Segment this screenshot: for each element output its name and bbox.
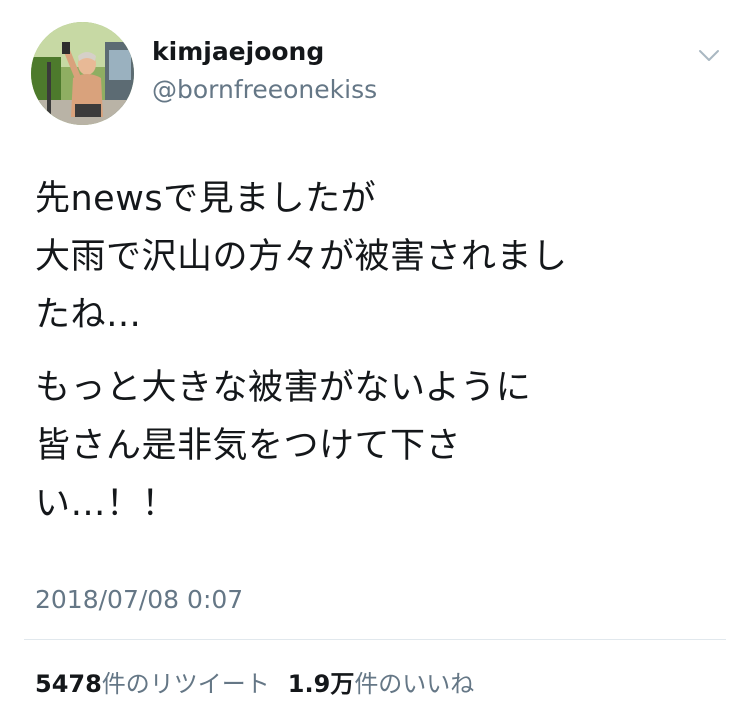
retweets-label: 件のリツイート xyxy=(101,670,270,698)
tweet-text-line: 大雨で沢山の方々が被害されまし xyxy=(35,237,568,277)
retweets-count: 5478 xyxy=(35,670,102,698)
chevron-down-icon xyxy=(699,50,719,61)
display-name[interactable]: kimjaejoong xyxy=(152,36,324,68)
likes-count: 1.9万 xyxy=(287,670,355,698)
tweet-text-line: い…！！ xyxy=(35,484,178,524)
tweet-menu-button[interactable] xyxy=(696,42,722,68)
tweet-timestamp[interactable]: 2018/07/08 0:07 xyxy=(35,584,243,616)
tweet-text-line: 皆さん是非気をつけて下さ xyxy=(35,426,462,466)
avatar[interactable] xyxy=(31,22,134,125)
tweet-paragraph: もっと大きな被害がないように 皆さん是非気をつけて下さ い…！！ xyxy=(35,359,725,533)
tweet-text-line: もっと大きな被害がないように xyxy=(35,368,532,408)
tweet-text-line: たね… xyxy=(35,295,142,335)
divider xyxy=(24,639,726,640)
user-handle[interactable]: @bornfreeonekiss xyxy=(152,74,377,106)
tweet-stats: 5478件のリツイート 1.9万件のいいね xyxy=(35,668,474,700)
likes-label: 件のいいね xyxy=(354,670,475,698)
tweet-paragraph: 先newsで見ましたが 大雨で沢山の方々が被害されまし たね… xyxy=(35,170,725,344)
tweet-text-line: 先newsで見ましたが xyxy=(35,179,377,219)
tweet-text: 先newsで見ましたが 大雨で沢山の方々が被害されまし たね… もっと大きな被害… xyxy=(35,170,725,533)
likes-stat[interactable]: 1.9万件のいいね xyxy=(288,670,475,698)
retweets-stat[interactable]: 5478件のリツイート xyxy=(35,670,270,698)
profile-photo-icon xyxy=(31,22,134,125)
